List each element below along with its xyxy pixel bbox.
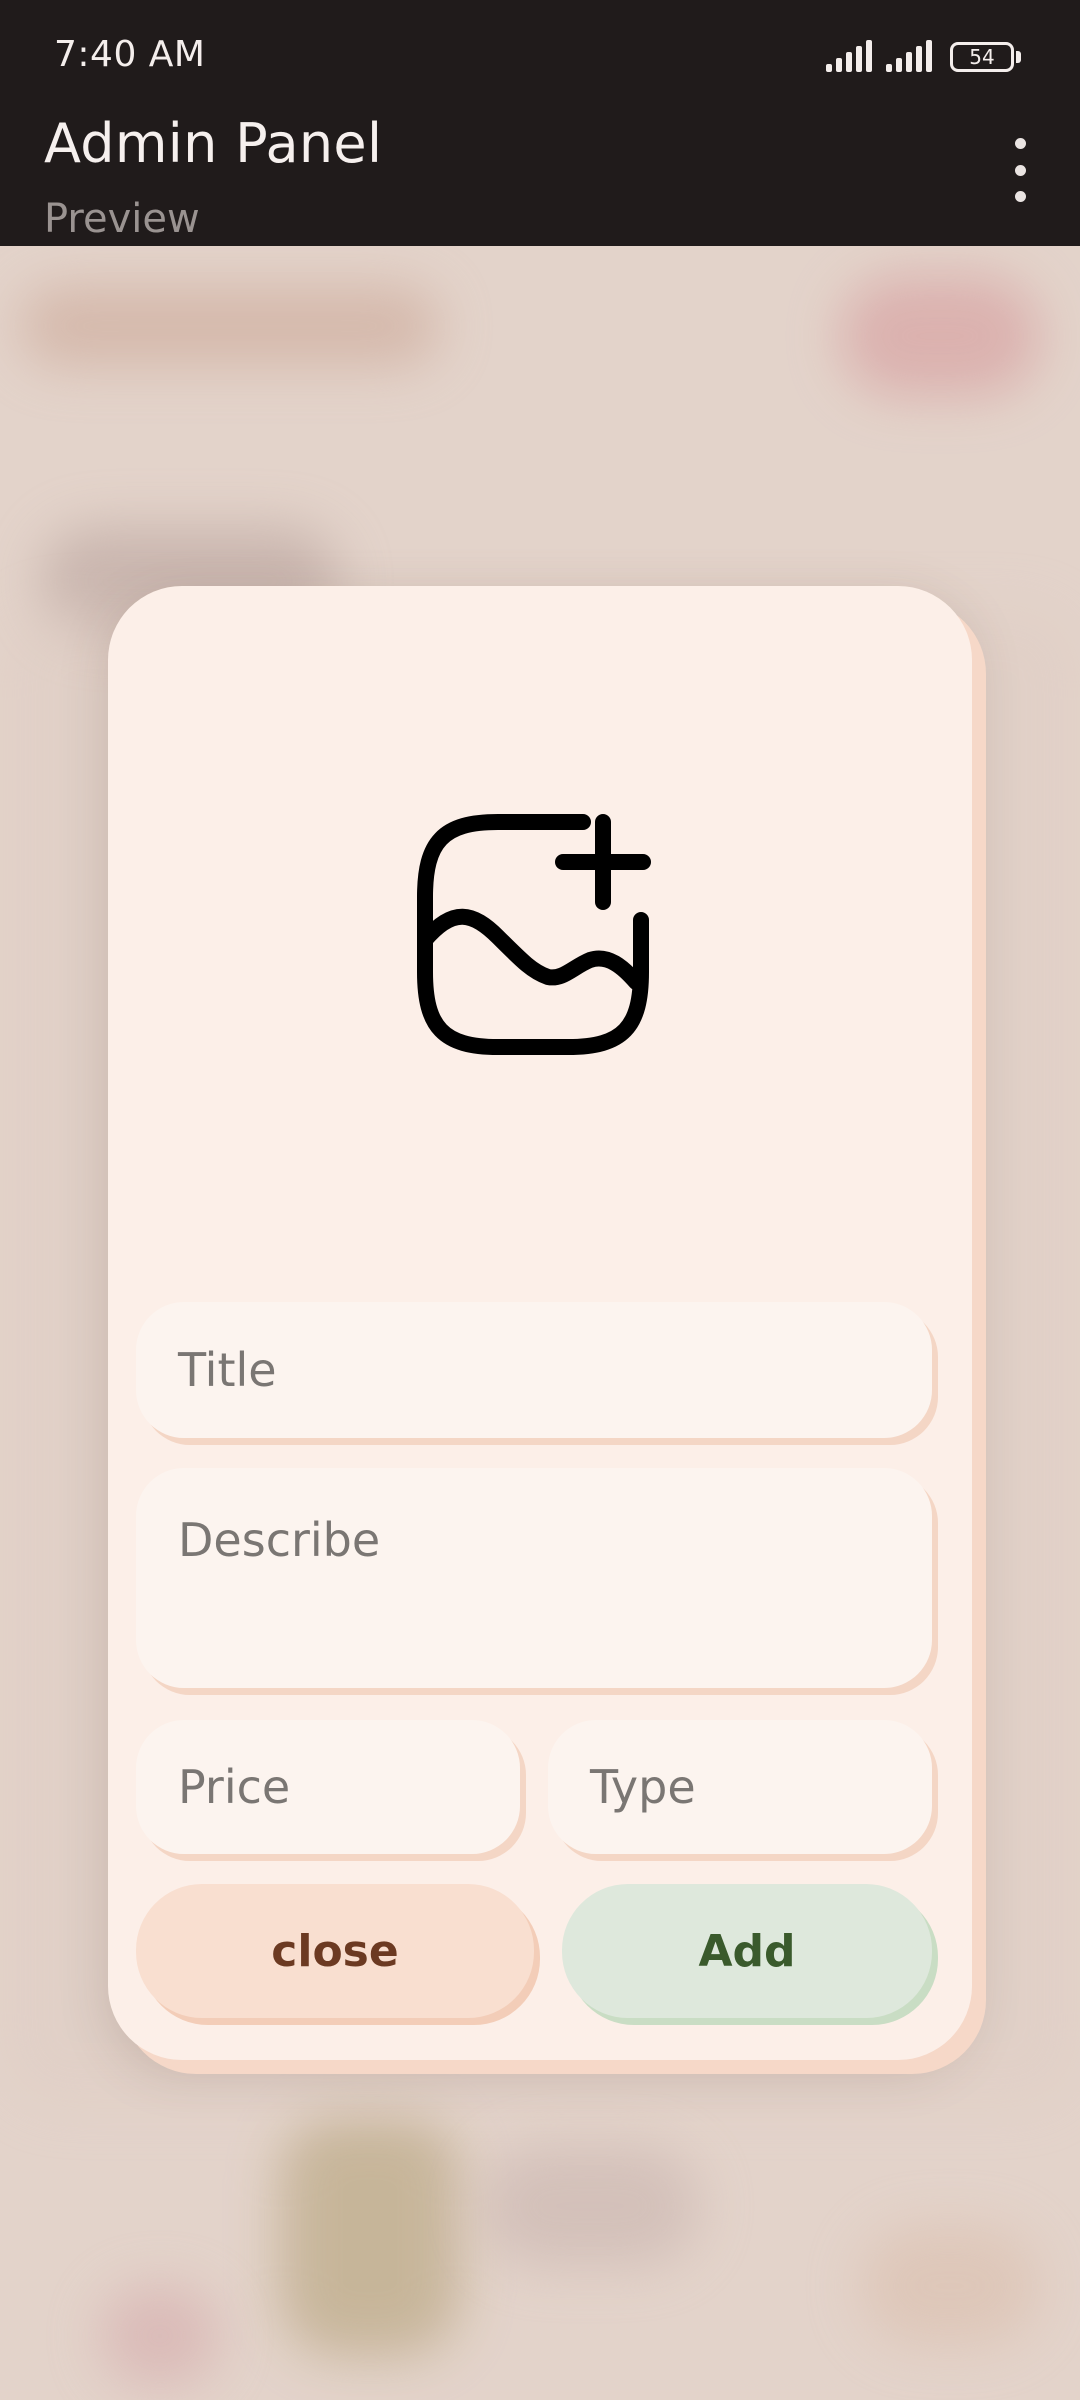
type-input[interactable]: Type bbox=[548, 1720, 932, 1854]
title-input[interactable]: Title bbox=[136, 1302, 932, 1438]
add-image-button[interactable] bbox=[398, 792, 678, 1062]
more-vert-icon[interactable] bbox=[1000, 138, 1040, 202]
battery-icon: 54 bbox=[950, 42, 1014, 72]
page-subtitle: Preview bbox=[44, 196, 200, 242]
status-time: 7:40 AM bbox=[54, 34, 206, 75]
price-input[interactable]: Price bbox=[136, 1720, 520, 1854]
describe-input[interactable]: Describe bbox=[136, 1468, 932, 1688]
battery-tip bbox=[1016, 51, 1021, 63]
signal-icon bbox=[826, 40, 878, 72]
page-title: Admin Panel bbox=[44, 112, 383, 175]
add-item-dialog: Title Describe Price Type close Add bbox=[108, 586, 972, 2060]
close-button[interactable]: close bbox=[136, 1884, 534, 2018]
signal-icon bbox=[886, 40, 938, 72]
add-button[interactable]: Add bbox=[562, 1884, 932, 2018]
app-bar: 7:40 AM 54 Admin Panel Preview bbox=[0, 0, 1080, 246]
add-image-icon bbox=[417, 814, 651, 1055]
screen: 7:40 AM 54 Admin Panel Preview Title Des… bbox=[0, 0, 1080, 2400]
